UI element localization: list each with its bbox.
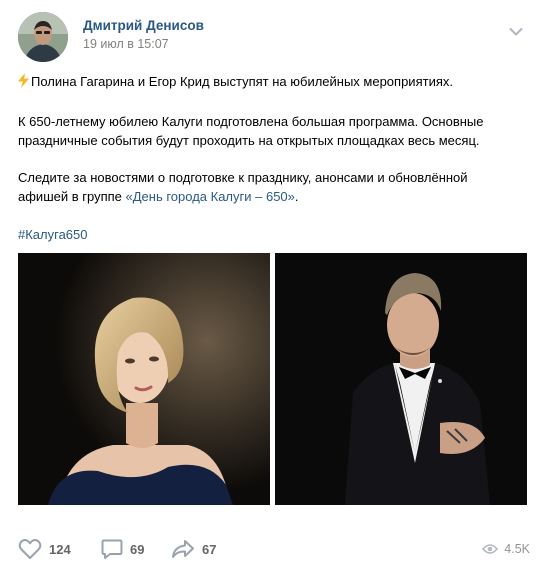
views-count: 4.5K (504, 542, 530, 556)
eye-icon (482, 543, 499, 555)
post-paragraph-3: Следите за новостями о подготовке к праз… (18, 168, 523, 206)
hashtag-link[interactable]: #Калуга650 (18, 227, 88, 242)
paragraph-3-prefix: афишей в группе (18, 189, 126, 204)
author-avatar[interactable] (18, 12, 68, 62)
chevron-down-icon[interactable] (509, 24, 523, 36)
views-counter: 4.5K (482, 534, 530, 564)
paragraph-2-line-1: К 650-летнему юбилею Калуги подготовлена… (18, 114, 484, 129)
comments-count: 69 (130, 541, 145, 557)
post-headline: Полина Гагарина и Егор Крид выступят на … (31, 74, 453, 89)
share-arrow-icon (171, 538, 195, 560)
post-text-line1: Полина Гагарина и Егор Крид выступят на … (18, 72, 523, 91)
avatar-photo (18, 12, 68, 62)
paragraph-3-suffix: . (294, 189, 299, 204)
author-name[interactable]: Дмитрий Денисов (83, 18, 204, 33)
post-actions-bar: 124 69 67 4.5K (18, 534, 530, 564)
post-header: Дмитрий Денисов 19 июл в 15:07 (18, 12, 523, 62)
comment-button[interactable]: 69 (101, 534, 144, 564)
post-paragraph-2: К 650-летнему юбилею Калуги подготовлена… (18, 112, 523, 150)
shares-count: 67 (202, 541, 217, 557)
photo-kreed[interactable] (275, 253, 527, 505)
photo-gagarina[interactable] (18, 253, 270, 505)
likes-count: 124 (49, 541, 71, 557)
group-link[interactable]: «День города Калуги – 650» (126, 189, 295, 204)
photo-man-portrait (275, 253, 527, 505)
hashtag-line: #Калуга650 (18, 225, 523, 244)
paragraph-3-line-2: афишей в группе «День города Калуги – 65… (18, 187, 523, 206)
share-button[interactable]: 67 (171, 534, 216, 564)
comment-icon (101, 538, 123, 560)
photo-woman-portrait (18, 253, 270, 505)
like-button[interactable]: 124 (18, 534, 71, 564)
post-date[interactable]: 19 июл в 15:07 (83, 37, 169, 51)
paragraph-2-line-2: праздничные события будут проходить на о… (18, 133, 480, 148)
lightning-emoji-icon (18, 73, 29, 88)
wall-post: Дмитрий Денисов 19 июл в 15:07 Полина Га… (0, 0, 541, 573)
paragraph-3-line-1: Следите за новостями о подготовке к праз… (18, 170, 468, 185)
heart-icon (18, 538, 42, 560)
